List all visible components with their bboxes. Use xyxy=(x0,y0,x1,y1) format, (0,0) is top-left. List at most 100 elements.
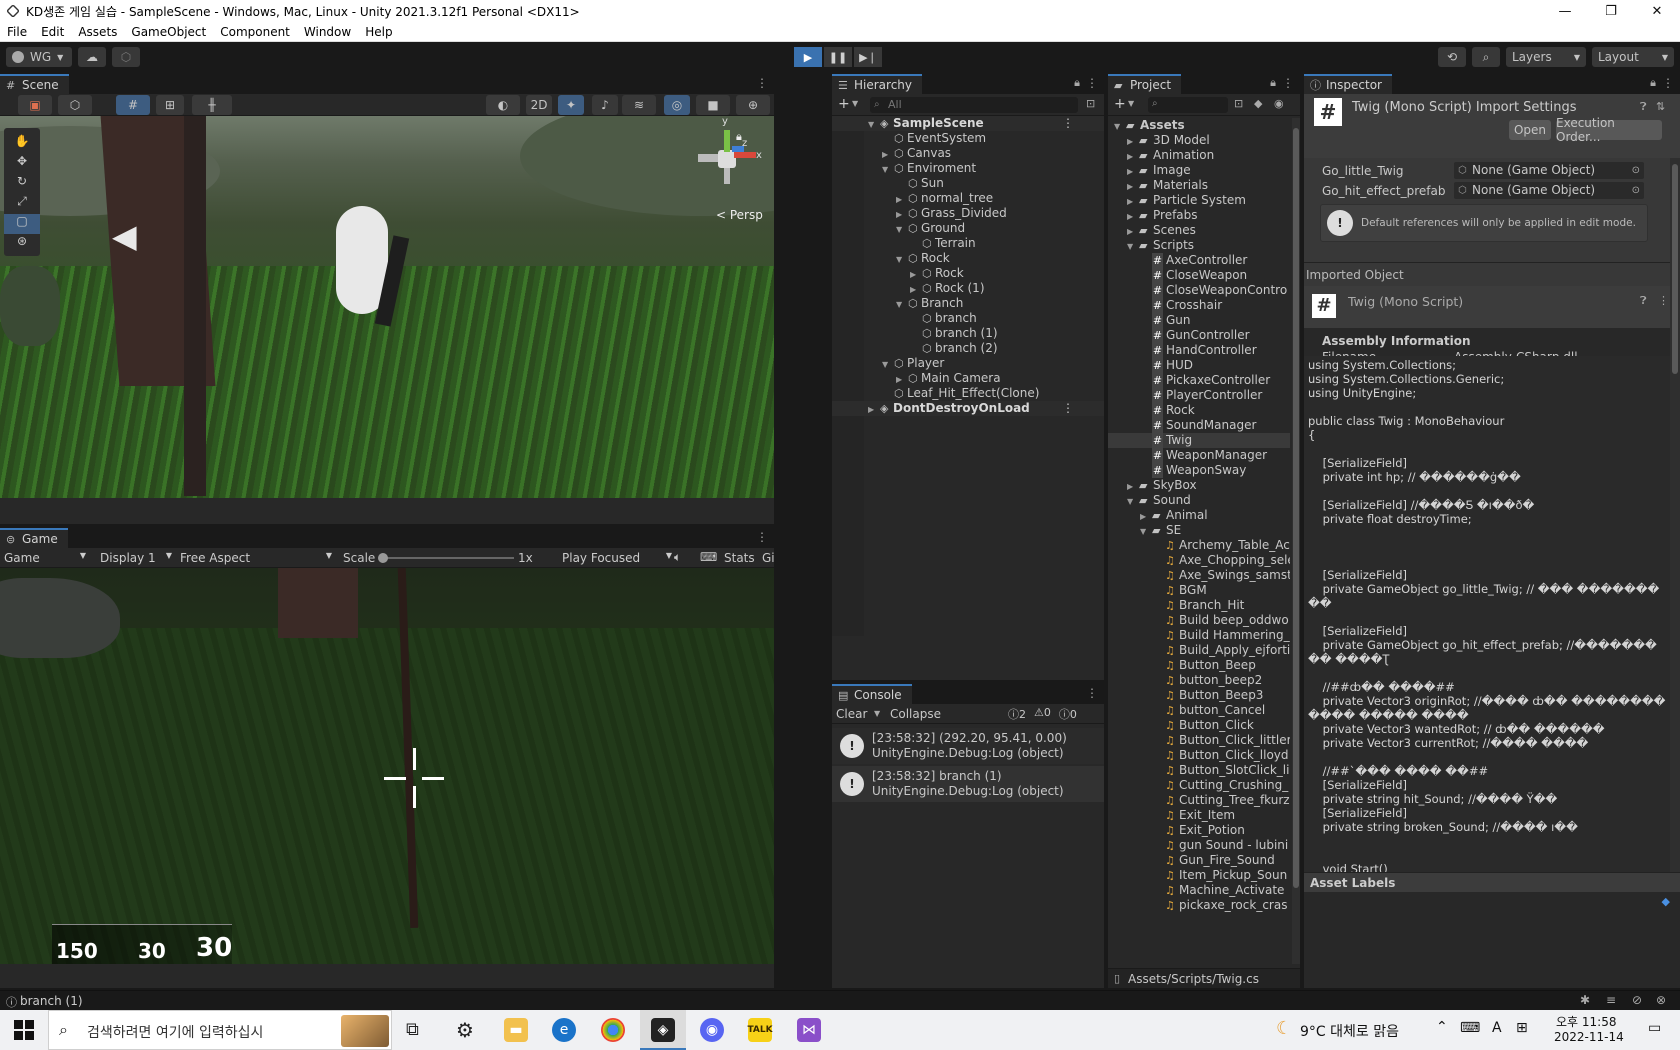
project-scrollbar[interactable] xyxy=(1292,118,1300,964)
lighting-button[interactable]: ✦ xyxy=(558,95,584,115)
project-asset[interactable]: # Twig xyxy=(1140,433,1192,448)
chevron-right-icon[interactable]: ▶ xyxy=(1127,134,1139,149)
bug-icon[interactable]: ✱ xyxy=(1580,993,1590,1007)
chevron-right-icon[interactable]: ▶ xyxy=(1127,224,1139,239)
mode-2d-button[interactable]: 2D xyxy=(526,95,552,115)
project-asset[interactable]: ♫ Button_Beep xyxy=(1153,658,1256,673)
lock-icon[interactable]: 🔒︎ xyxy=(1074,76,1080,90)
hierarchy-item[interactable]: ▶ ⬡ normal_tree xyxy=(896,191,993,206)
chevron-right-icon[interactable]: ▶ xyxy=(1127,479,1139,494)
hierarchy-item[interactable]: ▼ ⬡ Player xyxy=(882,356,944,371)
console-log-toggle[interactable]: ⓘ2 xyxy=(1008,706,1026,722)
project-folder[interactable]: ▼ ▰ Scripts xyxy=(1127,238,1194,253)
taskbar-time[interactable]: 오후 11:58 xyxy=(1556,1013,1616,1030)
search-by-type-icon[interactable]: ⊡ xyxy=(1234,97,1243,110)
menu-help[interactable]: Help xyxy=(358,25,399,39)
grid-snap-button[interactable]: # xyxy=(116,95,150,115)
project-asset[interactable]: ♫ Archemy_Table_Ac xyxy=(1153,538,1290,553)
project-asset[interactable]: # CloseWeaponContro xyxy=(1140,283,1287,298)
project-asset[interactable]: # Gun xyxy=(1140,313,1191,328)
hierarchy-item[interactable]: ▼ ⬡ Rock xyxy=(896,251,950,266)
chevron-down-icon[interactable]: ▼ xyxy=(896,222,908,237)
tab-game[interactable]: ⊜ Game xyxy=(0,528,68,548)
console-entry[interactable]: ! [23:58:32] branch (1) UnityEngine.Debu… xyxy=(832,766,1104,802)
project-asset[interactable]: ♫ Axe_Swings_samst xyxy=(1153,568,1290,583)
project-folder[interactable]: ▶ ▰ 3D Model xyxy=(1127,133,1210,148)
project-folder[interactable]: ▶ ▰ Particle System xyxy=(1127,193,1246,208)
game-viewport[interactable]: 150 30 30 xyxy=(0,568,774,964)
close-button[interactable]: ✕ xyxy=(1634,0,1680,22)
chevron-right-icon[interactable]: ▶ xyxy=(910,267,922,282)
hierarchy-item[interactable]: ▼ ⬡ Branch xyxy=(896,296,963,311)
layers-dropdown[interactable]: Layers ▼ xyxy=(1506,47,1586,67)
ime-hangul-icon[interactable]: ⊞ xyxy=(1516,1020,1528,1036)
project-asset[interactable]: # Crosshair xyxy=(1140,298,1222,313)
keyboard-icon[interactable]: ⌨ xyxy=(700,550,717,564)
play-button[interactable]: ▶ xyxy=(794,47,822,67)
scene-viewport[interactable]: ◀ ✋ ✥ ↻ ⤢ ▢ ⊛ y x z < Persp 🔒︎ xyxy=(0,116,774,498)
project-asset[interactable]: ♫ Exit_Potion xyxy=(1153,823,1245,838)
tab-console[interactable]: ▤ Console xyxy=(832,684,912,704)
chevron-down-icon[interactable]: ▼ xyxy=(1140,524,1152,539)
project-asset[interactable]: # WeaponManager xyxy=(1140,448,1267,463)
console-collapse-button[interactable]: Collapse xyxy=(890,707,941,721)
hierarchy-item[interactable]: ▶ ⬡ Grass_Divided xyxy=(896,206,1007,221)
execution-order-button[interactable]: Execution Order... xyxy=(1556,116,1662,144)
ruler-button[interactable]: ╫ xyxy=(192,95,232,115)
scene-visibility-button[interactable]: ◎ xyxy=(664,95,690,115)
kebab-menu-icon[interactable]: ⋮ xyxy=(1062,116,1074,131)
chevron-right-icon[interactable]: ▶ xyxy=(1127,164,1139,179)
project-asset[interactable]: ♫ Exit_Item xyxy=(1153,808,1235,823)
database-icon[interactable]: ≡ xyxy=(1606,993,1616,1007)
project-folder[interactable]: ▶ ▰ Prefabs xyxy=(1127,208,1198,223)
hierarchy-item[interactable]: ⬡ branch xyxy=(910,311,977,326)
move-tool-icon[interactable]: ✥ xyxy=(4,154,40,174)
console-error-toggle[interactable]: ⓘ0 xyxy=(1059,706,1077,722)
go-hit-effect-field[interactable]: ⬡ None (Game Object) ⊙ xyxy=(1454,182,1644,199)
audio-button[interactable]: ♪ xyxy=(592,95,618,115)
project-asset[interactable]: # HUD xyxy=(1140,358,1193,373)
tab-inspector[interactable]: ⓘ Inspector xyxy=(1304,74,1392,94)
inspector-scrollbar[interactable] xyxy=(1670,158,1680,872)
kebab-menu-icon[interactable]: ⋮ xyxy=(1086,686,1098,700)
add-icon[interactable]: + xyxy=(1114,96,1126,112)
notification-icon[interactable]: ▭ xyxy=(1648,1020,1661,1036)
ime-indicator[interactable]: A xyxy=(1492,1020,1502,1036)
display-dropdown[interactable]: Display 1 ▼ xyxy=(100,551,172,565)
eye-icon[interactable]: ◉ xyxy=(1274,97,1284,110)
collab-button[interactable]: ⬡ xyxy=(112,47,140,67)
chevron-right-icon[interactable]: ▶ xyxy=(1127,209,1139,224)
project-asset[interactable]: ♫ Gun_Fire_Sound xyxy=(1153,853,1275,868)
project-asset[interactable]: ♫ Button_SlotClick_li xyxy=(1153,763,1289,778)
project-asset[interactable]: # PlayerController xyxy=(1140,388,1262,403)
hierarchy-item[interactable]: ▶ ◈ DontDestroyOnLoad ⋮ xyxy=(868,401,1074,416)
chevron-right-icon[interactable]: ▶ xyxy=(910,282,922,297)
tab-scene[interactable]: # Scene xyxy=(0,74,69,94)
scene-orientation-gizmo[interactable]: y x z xyxy=(696,116,766,198)
perspective-label[interactable]: < Persp xyxy=(716,208,763,222)
project-folder[interactable]: ▶ ▰ Scenes xyxy=(1127,223,1196,238)
hierarchy-item[interactable]: ▶ ⬡ Rock (1) xyxy=(910,281,985,296)
task-view-icon[interactable]: ⧉ xyxy=(406,1019,419,1040)
scale-slider-handle[interactable] xyxy=(378,553,388,563)
project-asset[interactable]: ♫ BGM xyxy=(1153,583,1207,598)
tab-project[interactable]: ▰ Project xyxy=(1108,74,1182,94)
mute-audio-icon[interactable]: 🔈︎ xyxy=(674,550,681,565)
shading-mode-button[interactable]: ◐ xyxy=(486,95,520,115)
discord-icon[interactable]: ◉ xyxy=(700,1018,724,1042)
chevron-down-icon[interactable]: ▼ xyxy=(1127,494,1139,509)
console-clear-button[interactable]: Clear xyxy=(836,707,867,721)
game-mode-dropdown[interactable]: Game ▼ xyxy=(4,551,86,565)
open-button[interactable]: Open xyxy=(1509,120,1551,140)
search-by-label-icon[interactable]: ◆ xyxy=(1254,97,1262,110)
object-picker-icon[interactable]: ⊙ xyxy=(1632,162,1640,179)
search-button[interactable]: ⌕ xyxy=(1472,47,1500,67)
chevron-down-icon[interactable]: ▼ xyxy=(896,252,908,267)
account-dropdown[interactable]: WG ▼ xyxy=(6,47,72,67)
project-folder[interactable]: ▼ ▰ Sound xyxy=(1127,493,1191,508)
project-asset[interactable]: # CloseWeapon xyxy=(1140,268,1247,283)
help-icon[interactable]: ❓︎ xyxy=(1640,100,1647,114)
menu-component[interactable]: Component xyxy=(213,25,297,39)
stats-button[interactable]: Stats xyxy=(724,551,755,565)
effects-button[interactable]: ≋ xyxy=(622,95,656,115)
